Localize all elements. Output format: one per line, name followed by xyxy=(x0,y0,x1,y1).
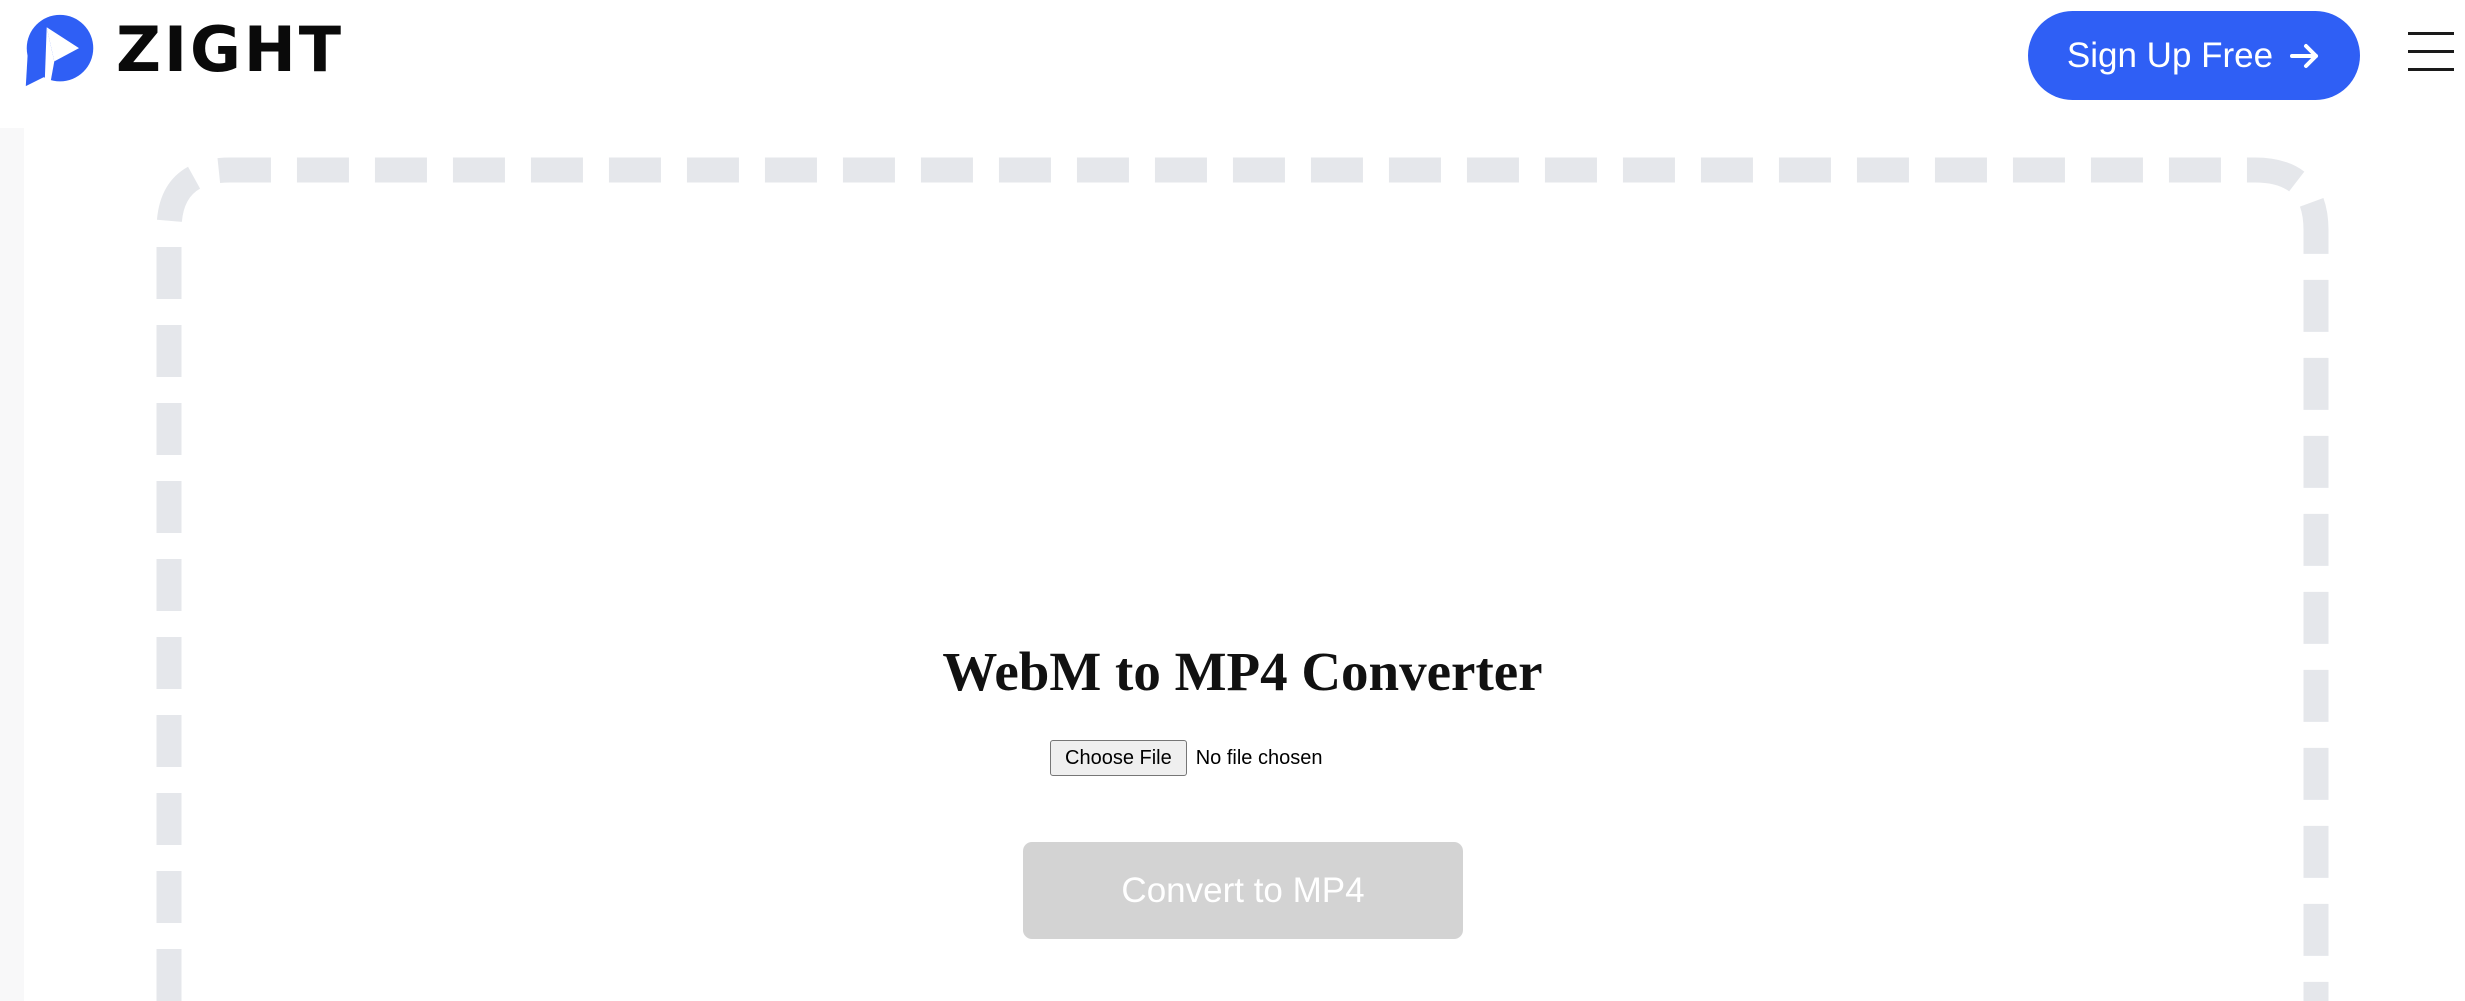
file-status-text: No file chosen xyxy=(1195,746,1323,769)
choose-file-button[interactable]: Choose File xyxy=(1050,740,1187,776)
file-input-row: Choose File No file chosen xyxy=(1050,740,1322,776)
page-title: WebM to MP4 Converter xyxy=(942,641,1543,702)
convert-to-mp4-button[interactable]: Convert to MP4 xyxy=(1023,842,1463,939)
page: ZIGHT Sign Up Free WebM to MP4 Converter… xyxy=(0,0,2465,1001)
